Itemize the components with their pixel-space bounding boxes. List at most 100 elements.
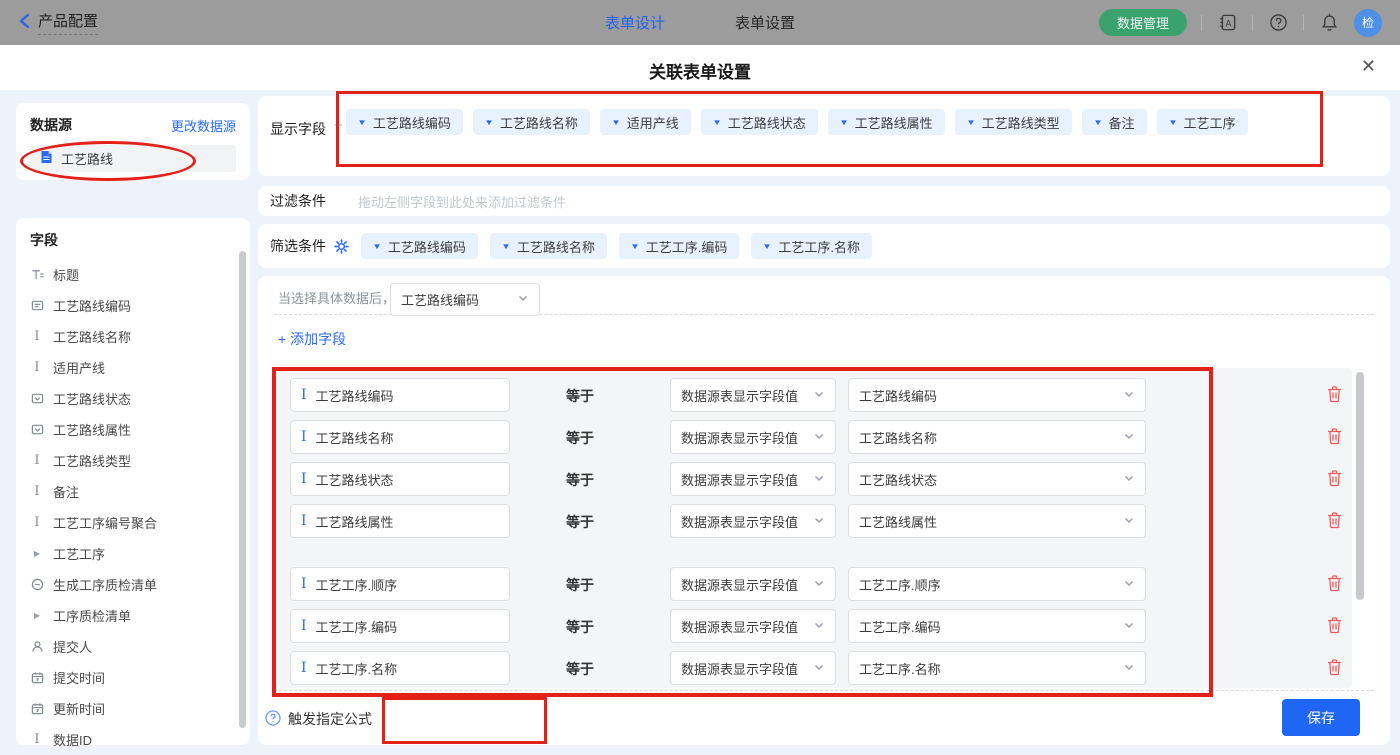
field-item-label: 工艺路线编码 bbox=[53, 299, 132, 314]
trigger-formula-select[interactable]: 工艺路线编码 bbox=[390, 283, 540, 316]
field-item[interactable]: 标题 bbox=[30, 259, 250, 290]
field-item[interactable]: 提交时间 bbox=[30, 662, 250, 693]
rule-source-value: 数据源表显示字段值 bbox=[681, 472, 799, 488]
chevron-down-icon bbox=[517, 292, 529, 307]
field-tag[interactable]: ▼ 工艺路线类型 bbox=[954, 109, 1072, 135]
chevron-down-icon bbox=[813, 388, 825, 403]
rule-source-select[interactable]: 数据源表显示字段值 bbox=[670, 609, 836, 643]
rule-target-field[interactable]: I 工艺路线属性 bbox=[290, 504, 510, 538]
field-item[interactable]: 工艺路线编码 bbox=[30, 290, 250, 321]
rule-row: I 工艺路线名称 等于 数据源表显示字段值 工艺路线名称 bbox=[278, 420, 1352, 454]
field-item[interactable]: 工艺路线属性 bbox=[30, 414, 250, 445]
field-item[interactable]: ▶ 工艺工序 bbox=[30, 538, 250, 569]
rule-source-select[interactable]: 数据源表显示字段值 bbox=[670, 462, 836, 496]
dropdown-triangle-icon: ▼ bbox=[484, 117, 494, 127]
rule-source-select[interactable]: 数据源表显示字段值 bbox=[670, 651, 836, 685]
delete-rule-button[interactable] bbox=[1326, 385, 1346, 405]
rule-target-field[interactable]: I 工艺路线名称 bbox=[290, 420, 510, 454]
tab-form-settings[interactable]: 表单设置 bbox=[735, 12, 795, 33]
divider bbox=[1303, 14, 1304, 31]
rule-target-field[interactable]: I 工艺工序.名称 bbox=[290, 651, 510, 685]
save-button[interactable]: 保存 bbox=[1282, 699, 1360, 736]
data-manage-button[interactable]: 数据管理 bbox=[1098, 9, 1187, 36]
rule-target-field-label: 工艺路线编码 bbox=[315, 388, 394, 404]
rule-value-select[interactable]: 工艺路线编码 bbox=[848, 378, 1146, 412]
fill-rules-section: 当选择具体数据后，将按如下规则填充数据 + 添加字段 I工艺路线编码等于数据源表… bbox=[258, 276, 1390, 745]
field-item[interactable]: I 工艺工序编号聚合 bbox=[30, 507, 250, 538]
field-item[interactable]: 工艺路线状态 bbox=[30, 383, 250, 414]
chevron-down-icon bbox=[1123, 514, 1135, 529]
field-item[interactable]: I 适用产线 bbox=[30, 352, 250, 383]
dropdown-triangle-icon: ▼ bbox=[965, 117, 976, 127]
datasource-item[interactable]: 工艺路线 bbox=[30, 145, 236, 172]
chevron-down-icon bbox=[1123, 577, 1135, 592]
field-item[interactable]: 生成工序质检清单 bbox=[30, 569, 250, 600]
field-item[interactable]: I 备注 bbox=[30, 476, 250, 507]
rule-target-field[interactable]: I 工艺工序.顺序 bbox=[290, 567, 510, 601]
change-datasource-link[interactable]: 更改数据源 bbox=[171, 116, 236, 135]
rule-target-field[interactable]: I 工艺路线编码 bbox=[290, 378, 510, 412]
rules-scrollbar[interactable] bbox=[1356, 372, 1364, 600]
rule-source-select[interactable]: 数据源表显示字段值 bbox=[670, 378, 836, 412]
text-field-icon: I bbox=[301, 387, 307, 403]
delete-rule-button[interactable] bbox=[1326, 427, 1346, 447]
rule-value: 工艺路线属性 bbox=[859, 514, 938, 530]
address-book-icon[interactable]: A bbox=[1216, 12, 1238, 34]
fields-scrollbar[interactable] bbox=[239, 251, 246, 728]
rule-source-select[interactable]: 数据源表显示字段值 bbox=[670, 567, 836, 601]
delete-rule-button[interactable] bbox=[1326, 469, 1346, 489]
rule-target-field[interactable]: I 工艺路线状态 bbox=[290, 462, 510, 496]
tab-form-design[interactable]: 表单设计 bbox=[605, 12, 665, 33]
rule-value: 工艺路线编码 bbox=[859, 388, 938, 404]
field-tag[interactable]: ▼ 工艺工序 bbox=[1156, 109, 1248, 135]
field-tag[interactable]: ▼ 工艺工序.名称 bbox=[751, 233, 872, 259]
rule-target-field[interactable]: I 工艺工序.编码 bbox=[290, 609, 510, 643]
rule-value-select[interactable]: 工艺路线名称 bbox=[848, 420, 1146, 454]
delete-rule-button[interactable] bbox=[1326, 511, 1346, 531]
field-tag[interactable]: ▼ 工艺路线状态 bbox=[700, 109, 818, 135]
field-tag[interactable]: ▼ 工艺工序.编码 bbox=[618, 233, 740, 259]
field-tag[interactable]: ▼ 适用产线 bbox=[599, 109, 691, 135]
rule-value-select[interactable]: 工艺工序.顺序 bbox=[848, 567, 1146, 601]
rule-source-select[interactable]: 数据源表显示字段值 bbox=[670, 420, 836, 454]
field-tag[interactable]: ▼ 备注 bbox=[1081, 109, 1147, 135]
field-item[interactable]: 更新时间 bbox=[30, 693, 250, 724]
rule-source-select[interactable]: 数据源表显示字段值 bbox=[670, 504, 836, 538]
rule-value: 工艺工序.顺序 bbox=[859, 577, 941, 593]
field-item[interactable]: 提交人 bbox=[30, 631, 250, 662]
gear-icon[interactable] bbox=[334, 238, 349, 254]
chevron-down-icon bbox=[1123, 619, 1135, 634]
field-tag[interactable]: ▼ 工艺路线名称 bbox=[472, 109, 590, 135]
trigger-formula-row: 触发指定公式 bbox=[265, 696, 372, 742]
notification-bell-icon[interactable] bbox=[1318, 12, 1340, 34]
delete-rule-button[interactable] bbox=[1326, 616, 1346, 636]
fields-panel: 字段 标题 工艺路线编码 I 工艺路线名称 I 适用产线 工艺路线状态 工艺路线属性 I 工艺路线… bbox=[16, 218, 250, 748]
rule-row: I 工艺路线编码 等于 数据源表显示字段值 工艺路线编码 bbox=[278, 378, 1352, 412]
rule-value-select[interactable]: 工艺工序.编码 bbox=[848, 609, 1146, 643]
rule-target-field-label: 工艺路线名称 bbox=[315, 430, 394, 446]
field-item[interactable]: I 工艺路线名称 bbox=[30, 321, 250, 352]
field-item[interactable]: ▶ 工序质检清单 bbox=[30, 600, 250, 631]
dropdown-triangle-icon: ▼ bbox=[838, 117, 849, 127]
screening-conditions-label: 筛选条件 bbox=[270, 238, 326, 254]
rule-value-select[interactable]: 工艺工序.名称 bbox=[848, 651, 1146, 685]
help-icon[interactable] bbox=[1267, 12, 1289, 34]
rule-value-select[interactable]: 工艺路线状态 bbox=[848, 462, 1146, 496]
rule-value-select[interactable]: 工艺路线属性 bbox=[848, 504, 1146, 538]
field-tag[interactable]: ▼ 工艺路线编码 bbox=[361, 233, 478, 259]
add-display-field-button[interactable]: + bbox=[334, 117, 343, 134]
field-tag[interactable]: ▼ 工艺路线属性 bbox=[827, 109, 945, 135]
delete-rule-button[interactable] bbox=[1326, 658, 1346, 678]
delete-rule-button[interactable] bbox=[1326, 574, 1346, 594]
rule-value: 工艺路线名称 bbox=[859, 430, 938, 446]
text-field-icon: I bbox=[301, 513, 307, 529]
field-tag[interactable]: ▼ 工艺路线编码 bbox=[346, 109, 463, 135]
close-icon[interactable]: ✕ bbox=[1361, 56, 1376, 77]
rule-target-field-label: 工艺工序.名称 bbox=[315, 661, 398, 677]
field-tag[interactable]: ▼ 工艺路线名称 bbox=[489, 233, 607, 259]
user-avatar[interactable]: 检 bbox=[1354, 8, 1382, 37]
field-item[interactable]: I 数据ID bbox=[30, 724, 250, 755]
trigger-formula-value: 工艺路线编码 bbox=[401, 293, 480, 308]
field-item[interactable]: I 工艺路线类型 bbox=[30, 445, 250, 476]
add-field-button[interactable]: + 添加字段 bbox=[278, 329, 346, 349]
